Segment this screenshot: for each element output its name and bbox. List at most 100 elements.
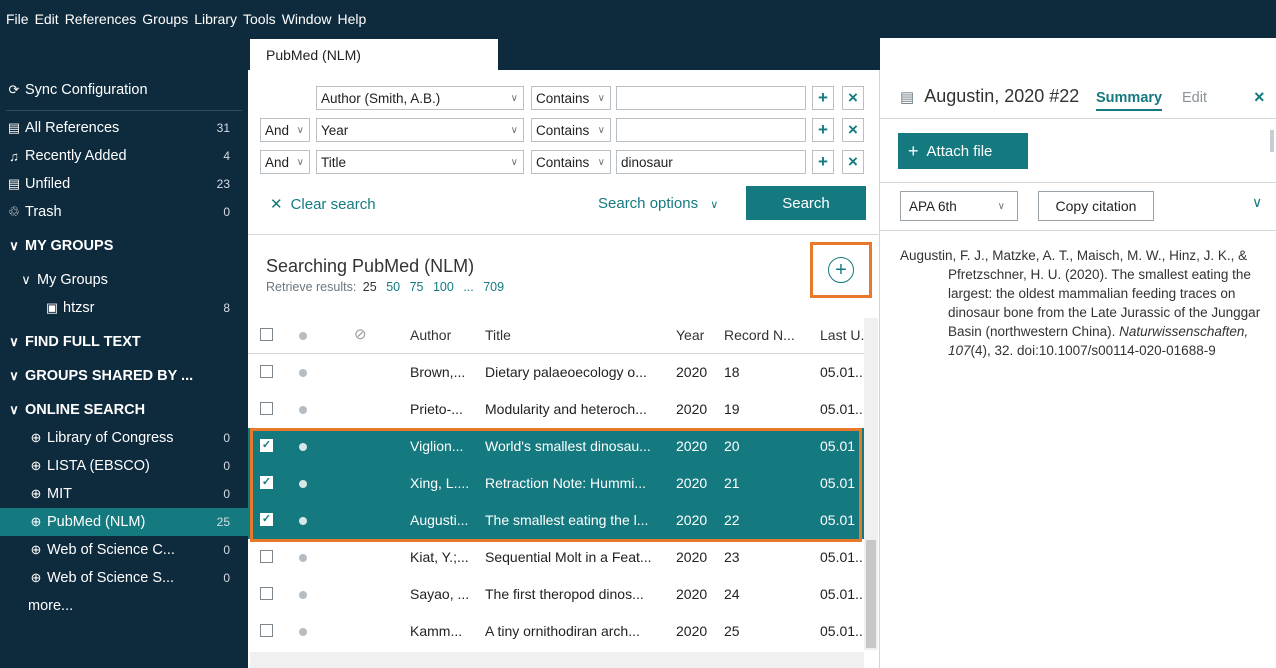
column-title[interactable]: Title	[485, 327, 511, 343]
row-checkbox[interactable]	[260, 624, 273, 637]
sidebar-item-label: Sync Configuration	[25, 82, 148, 98]
retrieve-option[interactable]: 709	[483, 280, 504, 294]
table-row[interactable]: Brown,... Dietary palaeoecology o... 2020 1…	[248, 354, 864, 391]
scrollbar-thumb[interactable]	[866, 540, 876, 648]
sidebar-item-group-htzsr[interactable]: ▣ htzsr 8	[0, 294, 248, 322]
chevron-down-icon[interactable]: ∨	[1252, 194, 1262, 211]
add-row-icon[interactable]: +	[812, 86, 834, 110]
row-checkbox[interactable]	[260, 365, 273, 378]
sidebar-item-all-references[interactable]: ▤ All References 31	[0, 114, 248, 142]
cell-last: 05.01..	[820, 549, 863, 565]
sidebar-item-recently-added[interactable]: ♫ Recently Added 4	[0, 142, 248, 170]
column-record-number[interactable]: Record N...	[724, 327, 795, 343]
sidebar-item-pubmed[interactable]: ⊕ PubMed (NLM) 25	[0, 508, 248, 536]
column-author[interactable]: Author	[410, 327, 451, 343]
attach-file-button[interactable]: + Attach file	[898, 133, 1028, 169]
retrieve-option[interactable]: 75	[410, 280, 424, 294]
divider	[6, 110, 242, 111]
section-groups-shared[interactable]: ∨ GROUPS SHARED BY ...	[0, 362, 248, 390]
sidebar-item-more[interactable]: more...	[0, 592, 248, 620]
search-button[interactable]: Search	[746, 186, 866, 220]
menu-help[interactable]: Help	[337, 11, 366, 27]
row-checkbox[interactable]	[260, 550, 273, 563]
table-row[interactable]: Sayao, ... The first theropod dinos... 202…	[248, 576, 864, 613]
row-checkbox[interactable]: ✓	[260, 513, 273, 526]
row-checkbox[interactable]	[260, 587, 273, 600]
sidebar-item-web-of-science-c[interactable]: ⊕ Web of Science C... 0	[0, 536, 248, 564]
search-term-input[interactable]	[616, 86, 806, 110]
chevron-down-icon: ∨	[510, 124, 518, 136]
menu-file[interactable]: File	[6, 11, 29, 27]
row-checkbox[interactable]	[260, 402, 273, 415]
read-status-icon	[299, 332, 307, 340]
row-checkbox[interactable]: ✓	[260, 476, 273, 489]
table-row[interactable]: Kamm... A tiny ornithodiran arch... 2020 25…	[248, 613, 864, 650]
menu-references[interactable]: References	[65, 11, 137, 27]
menu-tools[interactable]: Tools	[243, 11, 276, 27]
menu-library[interactable]: Library	[194, 11, 237, 27]
menu-window[interactable]: Window	[282, 11, 332, 27]
field-select[interactable]: Title ∨	[316, 150, 524, 174]
sidebar-item-library-of-congress[interactable]: ⊕ Library of Congress 0	[0, 424, 248, 452]
divider	[880, 182, 1276, 183]
boolean-select[interactable]: And ∨	[260, 118, 310, 142]
section-online-search[interactable]: ∨ ONLINE SEARCH	[0, 396, 248, 424]
operator-select[interactable]: Contains ∨	[531, 86, 611, 110]
tab-summary[interactable]: Summary	[1096, 90, 1163, 111]
add-row-icon[interactable]: +	[812, 150, 834, 174]
table-row[interactable]: ✓ Augusti... The smallest eating the l... 2…	[248, 502, 864, 539]
remove-row-icon[interactable]: ×	[842, 118, 864, 142]
table-row[interactable]: Kiat, Y.;... Sequential Molt in a Feat...…	[248, 539, 864, 576]
sync-configuration[interactable]: ⟳ Sync Configuration	[0, 76, 248, 104]
close-icon[interactable]: ×	[1254, 87, 1265, 108]
retrieve-option[interactable]: 50	[386, 280, 400, 294]
field-select[interactable]: Year ∨	[316, 118, 524, 142]
section-find-full-text[interactable]: ∨ FIND FULL TEXT	[0, 328, 248, 356]
boolean-select[interactable]: And ∨	[260, 150, 310, 174]
add-row-icon[interactable]: +	[812, 118, 834, 142]
table-row[interactable]: ✓ Viglion... World's smallest dinosau... 20…	[248, 428, 864, 465]
remove-row-icon[interactable]: ×	[842, 150, 864, 174]
retrieve-option[interactable]: ...	[463, 280, 473, 294]
remove-row-icon[interactable]: ×	[842, 86, 864, 110]
paperclip-icon[interactable]: ⊘	[354, 325, 367, 343]
select-all-checkbox[interactable]	[260, 328, 273, 341]
operator-select[interactable]: Contains ∨	[531, 150, 611, 174]
cell-record: 23	[724, 549, 740, 565]
sidebar-item-mit[interactable]: ⊕ MIT 0	[0, 480, 248, 508]
retrieve-option[interactable]: 100	[433, 280, 454, 294]
clear-search-button[interactable]: ✕ Clear search	[270, 195, 376, 214]
sidebar-item-unfiled[interactable]: ▤ Unfiled 23	[0, 170, 248, 198]
tab-edit[interactable]: Edit	[1182, 90, 1207, 106]
column-last-updated[interactable]: Last U.	[820, 327, 864, 343]
section-label: MY GROUPS	[25, 238, 114, 254]
tab-pubmed[interactable]: PubMed (NLM)	[250, 39, 498, 71]
row-checkbox[interactable]: ✓	[260, 439, 273, 452]
search-options-button[interactable]: Search options ∨	[598, 195, 718, 212]
sidebar-item-web-of-science-s[interactable]: ⊕ Web of Science S... 0	[0, 564, 248, 592]
table-row[interactable]: Prieto-... Modularity and heteroch... 2020…	[248, 391, 864, 428]
sidebar-item-trash[interactable]: ♲ Trash 0	[0, 198, 248, 226]
copy-citation-button[interactable]: Copy citation	[1038, 191, 1154, 221]
section-my-groups[interactable]: ∨ MY GROUPS	[0, 232, 248, 260]
horizontal-scrollbar[interactable]	[250, 652, 864, 668]
add-to-library-button[interactable]: +	[810, 242, 872, 298]
cell-author: Brown,...	[410, 364, 466, 380]
column-year[interactable]: Year	[676, 327, 704, 343]
table-row[interactable]: ✓ Xing, L.... Retraction Note: Hummi... 202…	[248, 465, 864, 502]
divider	[880, 118, 1276, 119]
panel-scrollbar[interactable]	[1270, 130, 1274, 152]
cell-year: 2020	[676, 438, 708, 454]
field-select[interactable]: Author (Smith, A.B.) ∨	[316, 86, 524, 110]
operator-select[interactable]: Contains ∨	[531, 118, 611, 142]
reference-title: ▤ Augustin, 2020 #22	[900, 86, 1079, 107]
sidebar-item-my-groups[interactable]: ∨ My Groups	[0, 266, 248, 294]
menu-edit[interactable]: Edit	[35, 11, 59, 27]
search-term-input[interactable]: dinosaur	[616, 150, 806, 174]
book-icon: ▤	[7, 176, 21, 191]
sidebar-item-lista[interactable]: ⊕ LISTA (EBSCO) 0	[0, 452, 248, 480]
search-term-input[interactable]	[616, 118, 806, 142]
menu-groups[interactable]: Groups	[142, 11, 188, 27]
sync-icon: ⟳	[8, 82, 20, 97]
citation-style-select[interactable]: APA 6th ∨	[900, 191, 1018, 221]
